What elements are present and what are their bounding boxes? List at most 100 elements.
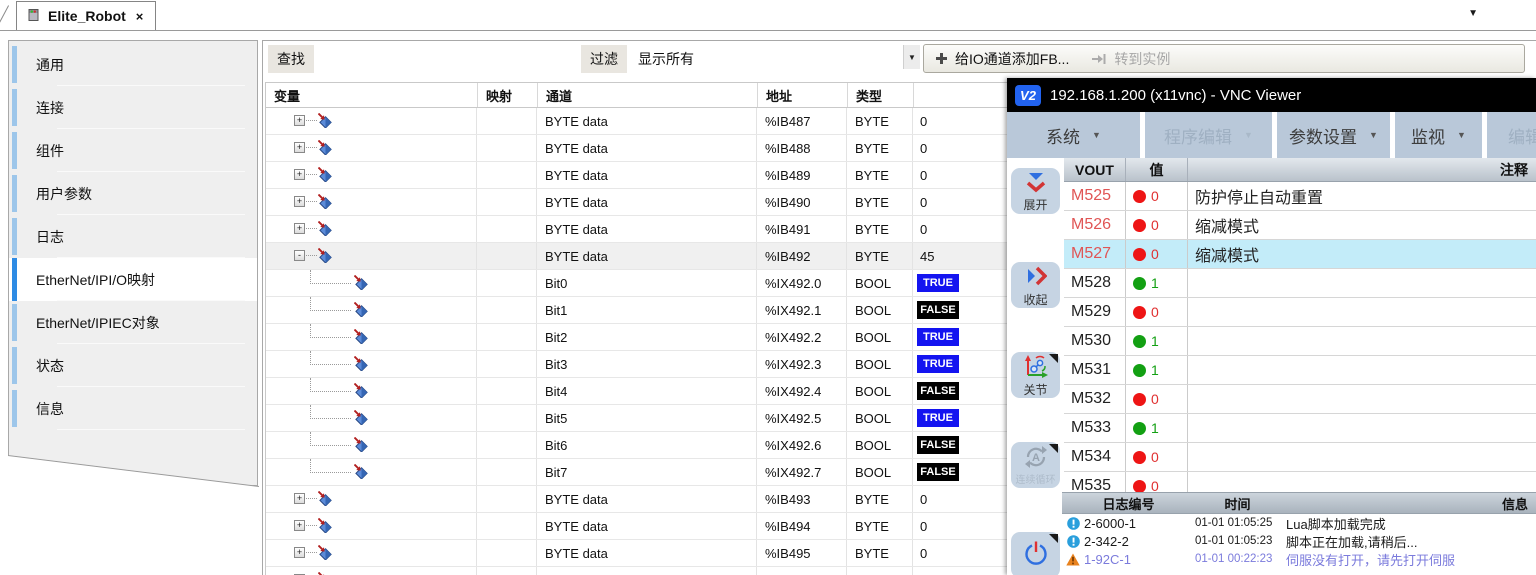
value-text: 0 xyxy=(917,546,927,561)
tree-expander[interactable]: + xyxy=(294,223,305,234)
tab-overflow-icon[interactable]: ▼ xyxy=(1468,9,1478,19)
log-message: 伺服没有打开，请先打开伺服 xyxy=(1280,550,1536,569)
tool-button-collapse[interactable]: 收起 xyxy=(1011,262,1060,308)
col-channel[interactable]: 通道 xyxy=(538,83,758,107)
tool-button-power[interactable] xyxy=(1011,532,1060,575)
log-row[interactable]: 1-92C-1 01-01 00:22:23 伺服没有打开，请先打开伺服 xyxy=(1062,550,1536,568)
vnc-menu-button[interactable]: 程序编辑 ▼ xyxy=(1145,112,1272,158)
table-row[interactable]: + BYTE data %IB495 BYTE 0 xyxy=(266,540,1009,567)
cell-channel: Bit4 xyxy=(537,378,757,404)
vout-row[interactable]: M530 1 xyxy=(1064,327,1536,356)
table-row[interactable]: + BYTE data %IB488 BYTE 0 xyxy=(266,135,1009,162)
log-col-code: 日志编号 xyxy=(1062,494,1195,513)
table-row[interactable]: + BYTE data %IB487 BYTE 0 xyxy=(266,108,1009,135)
sidebar-item[interactable]: EtherNet/IPIEC对象 xyxy=(9,301,257,344)
tree-expander[interactable]: + xyxy=(294,196,305,207)
col-type[interactable]: 类型 xyxy=(848,83,914,107)
sidebar-item[interactable]: 用户参数 xyxy=(9,172,257,215)
log-code: 1-92C-1 xyxy=(1084,552,1195,567)
col-value[interactable] xyxy=(914,83,1009,107)
table-row[interactable]: Bit2 %IX492.2 BOOL TRUE xyxy=(266,324,1009,351)
tree-expander[interactable]: + xyxy=(294,169,305,180)
vnc-menu-button[interactable]: 参数设置 ▼ xyxy=(1277,112,1390,158)
vout-row[interactable]: M526 0 缩减模式 xyxy=(1064,211,1536,240)
tree-expander[interactable]: + xyxy=(294,547,305,558)
table-row[interactable]: Bit5 %IX492.5 BOOL TRUE xyxy=(266,405,1009,432)
filter-dropdown[interactable]: 显示所有 xyxy=(638,49,694,69)
find-input[interactable] xyxy=(325,46,577,70)
vout-row[interactable]: M532 0 xyxy=(1064,385,1536,414)
io-channel-icon xyxy=(354,383,369,398)
filter-caret-icon[interactable]: ▼ xyxy=(903,45,920,69)
io-channel-icon xyxy=(318,221,333,236)
sidebar-item[interactable]: 组件 xyxy=(9,129,257,172)
bool-value-badge: FALSE xyxy=(917,436,959,454)
vnc-menu-button[interactable]: 编辑指令 xyxy=(1487,112,1536,158)
add-fb-button[interactable]: 给IO通道添加FB... xyxy=(924,45,1080,72)
table-row[interactable]: Bit4 %IX492.4 BOOL FALSE xyxy=(266,378,1009,405)
vout-row[interactable]: M535 0 xyxy=(1064,472,1536,492)
table-row[interactable]: + BYTE data %IB490 BYTE 0 xyxy=(266,189,1009,216)
table-row[interactable]: + BYTE data %IB494 BYTE 0 xyxy=(266,513,1009,540)
table-row[interactable]: - BYTE data %IB492 BYTE 45 xyxy=(266,243,1009,270)
table-row[interactable]: Bit1 %IX492.1 BOOL FALSE xyxy=(266,297,1009,324)
tool-button-expand[interactable]: 展开 xyxy=(1011,168,1060,214)
vout-value-cell: 0 xyxy=(1126,211,1188,239)
table-row[interactable]: Bit3 %IX492.3 BOOL TRUE xyxy=(266,351,1009,378)
tab-elite-robot[interactable]: Elite_Robot × xyxy=(16,1,156,30)
table-row[interactable]: Bit0 %IX492.0 BOOL TRUE xyxy=(266,270,1009,297)
sidebar-item[interactable]: 通用 xyxy=(9,43,257,86)
vout-row[interactable]: M531 1 xyxy=(1064,356,1536,385)
cell-address: %IB488 xyxy=(757,135,847,161)
tree-expander[interactable]: - xyxy=(294,250,305,261)
log-severity-slot xyxy=(1062,517,1084,530)
tree-expander[interactable]: + xyxy=(294,115,305,126)
table-row[interactable]: Bit6 %IX492.6 BOOL FALSE xyxy=(266,432,1009,459)
table-row[interactable]: + BYTE data %IB489 BYTE 0 xyxy=(266,162,1009,189)
cell-address: %IB493 xyxy=(757,486,847,512)
close-icon[interactable]: × xyxy=(136,9,144,24)
vout-row[interactable]: M528 1 xyxy=(1064,269,1536,298)
vnc-menu-button[interactable]: 系统 ▼ xyxy=(1007,112,1140,158)
col-mapping[interactable]: 映射 xyxy=(478,83,538,107)
table-row[interactable]: + BYTE data %IB491 BYTE 0 xyxy=(266,216,1009,243)
tree-expander[interactable]: + xyxy=(294,493,305,504)
tool-button-label: 展开 xyxy=(1023,199,1047,211)
add-fb-label: 给IO通道添加FB... xyxy=(955,49,1069,69)
vout-comment: 防护停止自动重置 xyxy=(1188,182,1536,210)
vout-value-cell: 0 xyxy=(1126,182,1188,210)
vout-table-header: VOUT 值 注释 xyxy=(1064,158,1536,182)
tool-button-auto-cycle[interactable]: A 连续循环 xyxy=(1011,442,1060,488)
col-address[interactable]: 地址 xyxy=(758,83,848,107)
col-variable[interactable]: 变量 xyxy=(266,83,478,107)
sidebar-item[interactable]: 日志 xyxy=(9,215,257,258)
table-row[interactable]: + BYTE data %IB493 BYTE 0 xyxy=(266,486,1009,513)
goto-instance-button[interactable]: 转到实例 xyxy=(1080,45,1181,72)
log-row[interactable]: 2-342-2 01-01 01:05:23 脚本正在加载,请稍后... xyxy=(1062,532,1536,550)
cell-address: %IX492.0 xyxy=(757,270,847,296)
tree-expander[interactable]: + xyxy=(294,520,305,531)
sidebar-item[interactable]: 信息 xyxy=(9,387,257,430)
tree-expander[interactable]: + xyxy=(294,142,305,153)
value-text: 0 xyxy=(917,141,927,156)
vnc-logo-icon: V2 xyxy=(1015,85,1041,106)
log-table-header: 日志编号 时间 信息 xyxy=(1062,492,1536,514)
table-row[interactable]: Bit7 %IX492.7 BOOL FALSE xyxy=(266,459,1009,486)
sidebar-item[interactable]: EtherNet/IPI/O映射 xyxy=(9,258,257,301)
vout-comment xyxy=(1188,414,1536,442)
vout-row[interactable]: M527 0 缩减模式 xyxy=(1064,240,1536,269)
sidebar-item-label: 状态 xyxy=(36,356,64,376)
io-channel-icon xyxy=(318,140,333,155)
vout-row[interactable]: M533 1 xyxy=(1064,414,1536,443)
sidebar-item[interactable]: 连接 xyxy=(9,86,257,129)
sidebar-item[interactable]: 状态 xyxy=(9,344,257,387)
vnc-titlebar[interactable]: V2 192.168.1.200 (x11vnc) - VNC Viewer xyxy=(1007,78,1536,112)
state-dot-icon xyxy=(1133,190,1146,203)
table-row[interactable]: + BYTE data %IB496 BYTE 0 xyxy=(266,567,1009,575)
tool-button-joint[interactable]: 关节 xyxy=(1011,352,1060,398)
vout-row[interactable]: M529 0 xyxy=(1064,298,1536,327)
vout-row[interactable]: M534 0 xyxy=(1064,443,1536,472)
log-row[interactable]: 2-6000-1 01-01 01:05:25 Lua脚本加载完成 xyxy=(1062,514,1536,532)
vout-row[interactable]: M525 0 防护停止自动重置 xyxy=(1064,182,1536,211)
vnc-menu-button[interactable]: 监视 ▼ xyxy=(1395,112,1482,158)
